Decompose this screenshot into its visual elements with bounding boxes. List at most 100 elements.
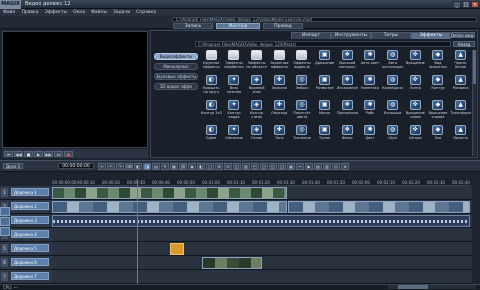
audio-clip[interactable] [52,215,470,227]
timeline-tool-icon[interactable]: ⌫ [125,163,133,170]
video-clip[interactable] [52,201,287,213]
effect-item[interactable]: ◎ Эмбосс [292,75,313,97]
category-button[interactable]: Видеоэффекты [154,53,198,60]
effect-item[interactable]: ◍ Шум [382,125,403,147]
play-icon[interactable]: ▶ [34,150,43,157]
tab-3[interactable]: Эффекты [411,32,451,39]
effect-item[interactable]: ◐ Сдвиг [201,125,222,147]
menu-files[interactable]: Файлы [91,10,107,15]
effect-item[interactable]: ◆ Контур [428,75,449,97]
effect-item[interactable]: ✺ Цвет [360,125,381,147]
timeline-tool-icon[interactable]: ◫ [233,163,241,170]
close-button[interactable]: ✕ [471,1,479,8]
category-button[interactable]: Микшерные [154,63,198,70]
record-icon[interactable]: ● [64,150,73,157]
effect-item[interactable]: ✺ Рябь [360,100,381,122]
menu-help[interactable]: Справка [136,10,156,15]
effect-item[interactable]: ✚ Тень [269,125,290,147]
timeline-tool-icon[interactable]: ◎ [332,163,340,170]
effect-item[interactable]: ✜ Вращение [405,50,426,72]
effect-item[interactable]: ✺ Авто цвет [360,50,381,72]
effect-item[interactable]: Эффекты обработки [224,50,245,72]
track-lane[interactable] [52,256,472,270]
timeline-tool-icon[interactable]: ▥ [323,163,331,170]
menu-windows[interactable]: Окна [73,10,85,15]
timeline-tool-icon[interactable]: ▥ [242,163,250,170]
menu-effects[interactable]: Эффекты [45,10,68,15]
track-lane[interactable] [52,228,472,242]
timeline-scrollbar-thumb[interactable] [398,285,428,289]
effect-item[interactable]: ✦ Контур кадра [224,100,245,122]
stop-icon[interactable]: ■ [24,150,33,157]
mode-output-button[interactable]: Провод [263,23,303,29]
rewind-icon[interactable]: ◀◀ [14,150,23,157]
menu-file[interactable]: Файл [3,10,15,15]
timeline-tool-icon[interactable]: ◉ [188,163,196,170]
track-header[interactable]: 1 Дорожка 1 [0,186,52,200]
effect-item[interactable]: ▣ Дрожание [314,50,335,72]
timeline-tool-icon[interactable]: ⛓ [179,163,187,170]
timeline-tool-icon[interactable]: ◳ [260,163,268,170]
tab-2[interactable]: Титры [371,32,411,39]
effect-item[interactable]: ◆ Эхо [428,125,449,147]
video-clip[interactable] [170,243,184,255]
timeline-tool-icon[interactable]: ⊞ [215,163,223,170]
timeline-tool-icon[interactable]: ▤ [152,163,160,170]
effect-item[interactable]: ✚ Переход [269,100,290,122]
effect-item[interactable]: ✜ Линза [405,75,426,97]
effect-item[interactable]: ✦ Вязь нижняя [224,75,245,97]
timeline-tool-icon[interactable]: ▶ [305,163,313,170]
effect-item[interactable]: ◈ Водяной знак [246,75,267,97]
category-button[interactable]: 3D видео эффе [154,83,198,90]
preview-monitor[interactable] [2,31,148,148]
mode-timeline-icon[interactable] [0,227,10,236]
timeline-ruler[interactable]: 00:00:00:00 00:00:10 00:00:20 00:00:30 00:00… [52,179,470,186]
effect-item[interactable]: ▲ Яркость [450,125,471,147]
timeline-tool-icon[interactable]: ↶ [107,163,115,170]
category-button[interactable]: Звуковые эффекты [154,73,198,80]
track-lane[interactable] [52,214,472,228]
effect-item[interactable]: ◆ Вид виньетки [428,50,449,72]
effect-item[interactable]: ▲ Трансформ [450,100,471,122]
timeline-tool-icon[interactable]: ▢ [206,163,214,170]
tab-0[interactable]: Импорт [291,32,331,39]
effect-item[interactable]: ◍ Авто экспозиция [382,50,403,72]
go-start-icon[interactable]: ⏮ [4,150,13,157]
folder-path[interactable]: C:\Program Files\MAGIX\Video_deluxe_12\E… [195,41,451,47]
video-clip[interactable] [288,201,470,213]
go-end-icon[interactable]: ⏭ [54,150,63,157]
menu-edit[interactable]: Правка [21,10,38,15]
video-clip[interactable] [202,257,262,269]
effect-item[interactable]: ◐ Вращать по кругу [201,75,222,97]
effect-item[interactable]: ❖ Прозрачное [337,100,358,122]
timeline-tool-icon[interactable]: ▦ [170,163,178,170]
effect-item[interactable]: ◍Калейдоскоп [382,75,403,97]
video-clip[interactable] [52,187,287,199]
track-lane[interactable] [52,186,472,200]
timeline-tool-icon[interactable]: ◱ [269,163,277,170]
timeline-tool-icon[interactable]: ◲ [278,163,286,170]
minimize-button[interactable]: _ [453,1,461,8]
effect-item[interactable]: ◆ Вращение справа [428,100,449,122]
timeline-tool-icon[interactable]: ◧ [197,163,205,170]
effect-item[interactable]: ◈ Контур слева [246,100,267,122]
mode-scene-icon[interactable] [0,217,10,226]
timeline-tool-icon[interactable]: ◧ [134,163,142,170]
track-header[interactable]: 7 Дорожка 7 [0,270,52,284]
effect-item[interactable]: ◐ Контур 3x3 [201,100,222,122]
timeline-tool-icon[interactable]: ▦ [287,163,295,170]
project-selector[interactable]: Диск-1 [3,163,24,169]
menu-tasks[interactable]: Задачи [113,10,130,15]
maximize-button[interactable]: □ [462,1,470,8]
effect-item[interactable]: ✚ Зеркало [269,75,290,97]
effect-item[interactable]: ▲ Мозаика [450,75,471,97]
playhead[interactable] [137,179,138,285]
effect-item[interactable]: ❖ Фокус [337,125,358,147]
effect-item[interactable]: ◍ Вспышки [382,100,403,122]
timeline-tool-icon[interactable]: ◨ [143,163,151,170]
effect-item[interactable]: ▣ Размытие [314,75,335,97]
timeline-tool-icon[interactable]: ⊟ [224,163,232,170]
mode-edit-button[interactable]: Монтаж [216,23,260,29]
timeline-tool-icon[interactable]: ⊕ [341,163,349,170]
effect-item[interactable]: Эффекты видео-ф [292,50,313,72]
